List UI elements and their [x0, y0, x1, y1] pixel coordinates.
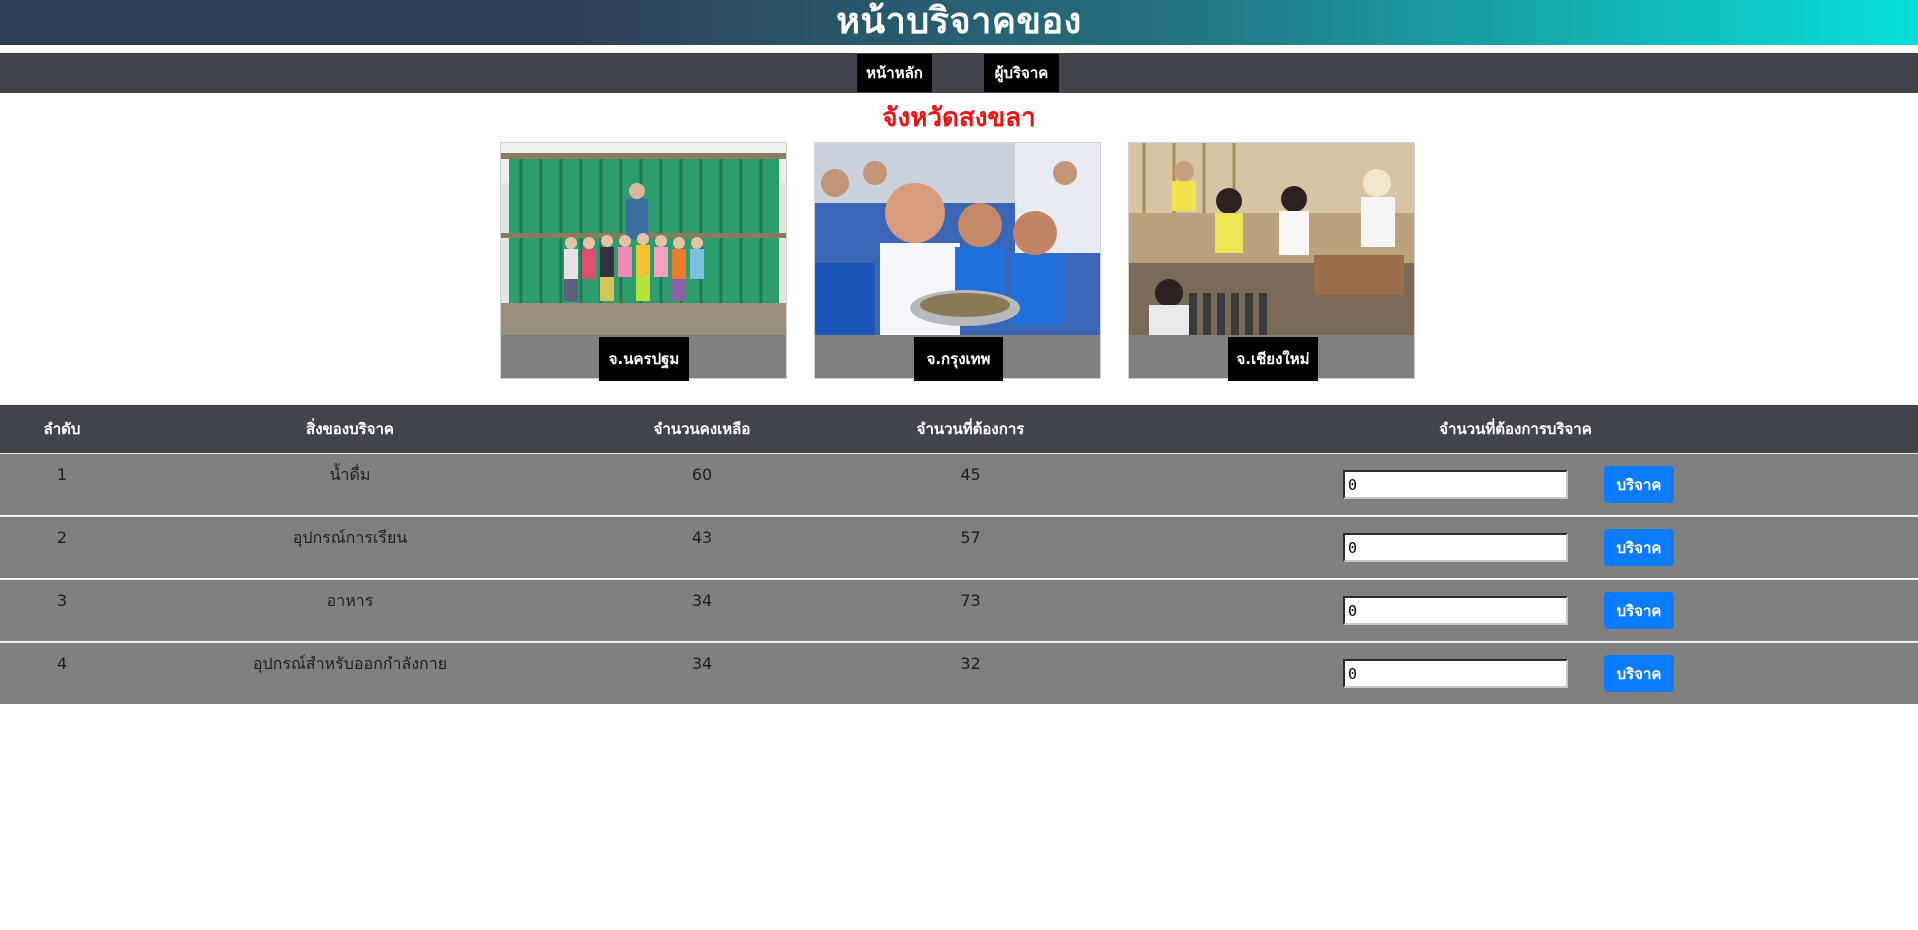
page-title: หน้าบริจาคของ	[836, 1, 1082, 42]
col-header-remaining: จำนวนคงเหลือ	[653, 420, 751, 438]
table-row: 1 น้ำดื่ม 60 45 บริจาค	[0, 453, 1918, 515]
row-item: อุปกรณ์การเรียน	[292, 528, 408, 547]
nav-home-link[interactable]: หน้าหลัก	[857, 54, 932, 92]
row-remaining: 34	[691, 654, 713, 673]
row-remaining: 43	[691, 528, 713, 547]
donate-qty-input[interactable]	[1343, 533, 1568, 562]
row-remaining: 34	[691, 591, 713, 610]
table-row: 4 อุปกรณ์สำหรับออกกำลังกาย 34 32 บริจาค	[0, 642, 1918, 704]
row-needed: 45	[960, 465, 981, 484]
children-photo	[501, 143, 786, 335]
province-card-chiang-mai[interactable]: จ.เชียงใหม่	[1128, 142, 1415, 381]
col-header-needed: จำนวนที่ต้องการ	[916, 420, 1025, 438]
row-no: 1	[56, 465, 68, 484]
row-needed: 73	[960, 591, 981, 610]
volunteer-photo	[815, 143, 1100, 335]
music-class-photo	[1129, 143, 1414, 335]
nav-donors-link[interactable]: ผู้บริจาค	[984, 54, 1059, 92]
page-header: หน้าบริจาคของ	[0, 0, 1918, 45]
row-no: 2	[56, 528, 68, 547]
table-row: 2 อุปกรณ์การเรียน 43 57 บริจาค	[0, 516, 1918, 578]
table-row: 3 อาหาร 34 73 บริจาค	[0, 579, 1918, 641]
card-label[interactable]: จ.เชียงใหม่	[1228, 337, 1318, 381]
province-title: จังหวัดสงขลา	[882, 103, 1036, 133]
card-label[interactable]: จ.นครปฐม	[599, 337, 689, 381]
donate-qty-input[interactable]	[1343, 470, 1568, 499]
row-no: 3	[56, 591, 68, 610]
row-item: อาหาร	[326, 591, 374, 610]
col-header-donate-qty: จำนวนที่ต้องการบริจาค	[1439, 420, 1592, 438]
row-needed: 32	[960, 654, 981, 673]
donate-button[interactable]: บริจาค	[1604, 655, 1674, 692]
row-item: น้ำดื่ม	[329, 465, 371, 484]
donate-button[interactable]: บริจาค	[1604, 466, 1674, 503]
col-header-no: ลำดับ	[43, 420, 81, 438]
col-header-item: สิ่งของบริจาค	[306, 420, 394, 438]
nav-bar: หน้าหลัก ผู้บริจาค	[0, 53, 1918, 93]
card-label[interactable]: จ.กรุงเทพ	[914, 337, 1003, 381]
province-card-nakhon-pathom[interactable]: จ.นครปฐม	[500, 142, 787, 381]
row-needed: 57	[960, 528, 981, 547]
table-header: ลำดับ สิ่งของบริจาค จำนวนคงเหลือ จำนวนที…	[0, 405, 1918, 453]
donate-button[interactable]: บริจาค	[1604, 592, 1674, 629]
donate-qty-input[interactable]	[1343, 659, 1568, 688]
row-remaining: 60	[691, 465, 713, 484]
row-item: อุปกรณ์สำหรับออกกำลังกาย	[252, 654, 448, 673]
province-card-bangkok[interactable]: จ.กรุงเทพ	[814, 142, 1101, 381]
row-no: 4	[56, 654, 68, 673]
donate-qty-input[interactable]	[1343, 596, 1568, 625]
donate-button[interactable]: บริจาค	[1604, 529, 1674, 566]
